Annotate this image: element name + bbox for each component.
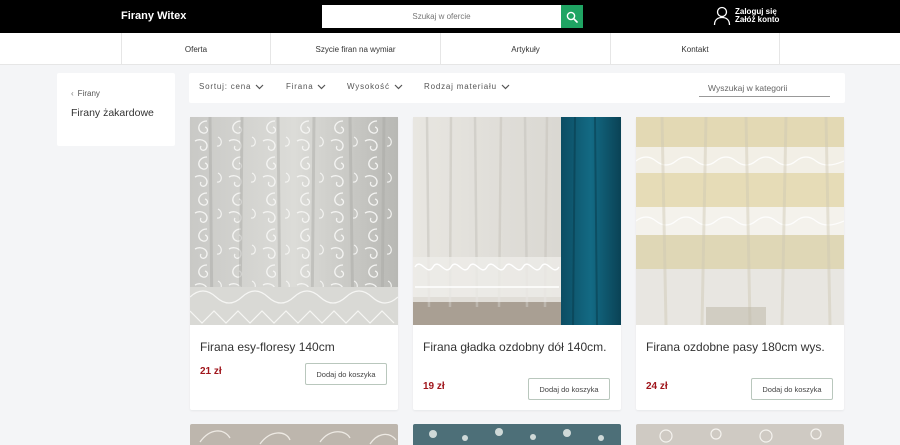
product-card[interactable]: Firana gładka ozdobny dół 140cm. 19 zł D…	[413, 117, 621, 410]
nav-item-szycie[interactable]: Szycie firan na wymiar	[270, 33, 440, 65]
chevron-down-icon	[501, 84, 510, 89]
material-filter-label: Rodzaj materiału	[424, 82, 497, 91]
material-filter[interactable]: Rodzaj materiału	[424, 82, 510, 91]
product-card[interactable]: Firana esy-floresy 140cm 21 zł Dodaj do …	[190, 117, 398, 410]
filter-bar: Sortuj: cena Firana Wysokość Rodzaj mate…	[189, 73, 845, 103]
user-icon	[713, 6, 731, 26]
product-image[interactable]	[413, 117, 621, 325]
category-search-input[interactable]	[699, 80, 830, 97]
sort-label: Sortuj: cena	[199, 82, 252, 91]
nav-item-oferta[interactable]: Oferta	[121, 33, 270, 65]
product-image[interactable]	[190, 117, 398, 325]
add-to-cart-button[interactable]: Dodaj do koszyka	[528, 378, 610, 400]
breadcrumb[interactable]: ‹ Firany	[71, 89, 100, 98]
product-card[interactable]: Firana ozdobne pasy 180cm wys. 24 zł Dod…	[636, 117, 844, 410]
product-image[interactable]	[636, 424, 844, 445]
add-to-cart-button[interactable]: Dodaj do koszyka	[751, 378, 833, 400]
sort-dropdown[interactable]: Sortuj: cena	[199, 82, 264, 91]
chevron-down-icon	[255, 84, 264, 89]
product-image[interactable]	[413, 424, 621, 445]
add-to-cart-button[interactable]: Dodaj do koszyka	[305, 363, 387, 385]
main-nav: Oferta Szycie firan na wymiar Artykuły K…	[0, 33, 900, 65]
chevron-left-icon: ‹	[71, 89, 74, 98]
product-image[interactable]	[636, 117, 844, 325]
product-title[interactable]: Firana ozdobne pasy 180cm wys.	[646, 340, 836, 355]
product-image[interactable]	[190, 424, 398, 445]
breadcrumb-label: Firany	[77, 89, 100, 98]
search-input[interactable]	[322, 5, 561, 28]
search-button[interactable]	[561, 5, 583, 28]
nav-item-artykuly[interactable]: Artykuły	[440, 33, 610, 65]
search-icon	[566, 11, 578, 23]
product-price: 24 zł	[646, 381, 668, 392]
firana-filter[interactable]: Firana	[286, 82, 326, 91]
category-sidebar: ‹ Firany Firany żakardowe	[57, 73, 175, 146]
firana-filter-label: Firana	[286, 82, 314, 91]
category-title: Firany żakardowe	[71, 107, 154, 119]
height-filter[interactable]: Wysokość	[347, 82, 403, 91]
height-filter-label: Wysokość	[347, 82, 390, 91]
product-title[interactable]: Firana esy-floresy 140cm	[200, 340, 390, 355]
search-bar	[322, 5, 583, 28]
nav-item-kontakt[interactable]: Kontakt	[610, 33, 780, 65]
chevron-down-icon	[318, 84, 326, 89]
product-title[interactable]: Firana gładka ozdobny dół 140cm.	[423, 340, 613, 355]
product-price: 21 zł	[200, 366, 222, 377]
top-bar: Firany Witex Zaloguj się Załóż konto	[0, 0, 900, 33]
register-link[interactable]: Załóż konto	[735, 16, 779, 24]
account-text: Zaloguj się Załóż konto	[735, 8, 779, 24]
account-link[interactable]: Zaloguj się Załóż konto	[713, 6, 779, 26]
brand-logo[interactable]: Firany Witex	[121, 10, 186, 22]
chevron-down-icon	[394, 84, 403, 89]
product-price: 19 zł	[423, 381, 445, 392]
